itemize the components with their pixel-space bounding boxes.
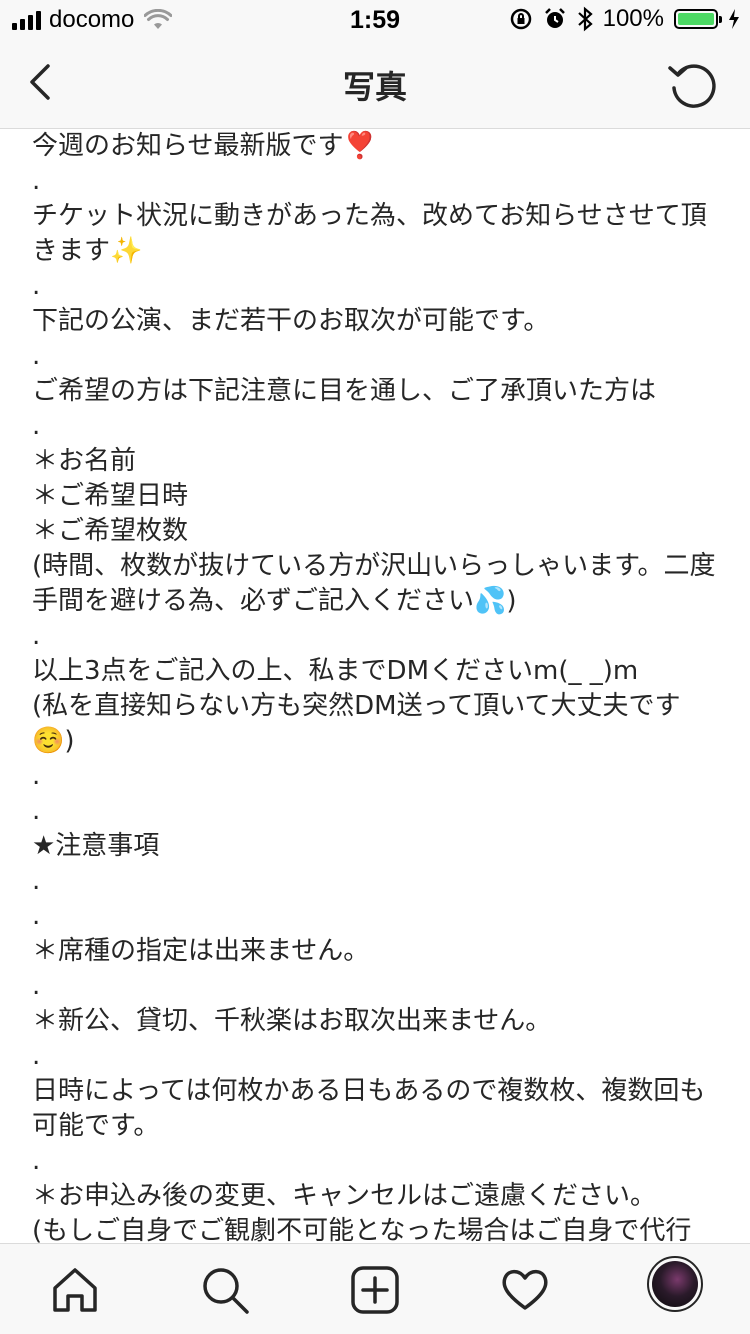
battery-icon [674,9,722,29]
alarm-icon [544,8,565,28]
status-right: 100% [509,5,740,33]
tab-add-post[interactable] [347,1262,403,1318]
tab-search[interactable] [197,1262,253,1318]
tab-bar [0,1243,750,1334]
tab-home[interactable] [47,1262,103,1318]
navigation-bar: 写真 [0,40,750,129]
home-icon [53,1268,97,1312]
add-post-icon [351,1266,399,1314]
refresh-icon [668,64,716,108]
orientation-lock-icon [510,8,531,30]
charging-icon [729,9,739,29]
refresh-button[interactable] [666,58,722,114]
bluetooth-icon [577,6,593,32]
battery-level [678,13,714,25]
page-title: 写真 [342,68,407,106]
battery-percent: 100% [602,5,664,32]
post-content[interactable]: 今週のお知らせ最新版です❣️ . チケット状況に動きがあった為、改めてお知らせさ… [0,129,750,1243]
tab-activity[interactable] [497,1262,553,1318]
search-icon [203,1268,249,1314]
avatar-image [652,1261,698,1307]
status-bar: docomo 1:59 100% [0,0,750,40]
post-caption: 今週のお知らせ最新版です❣️ . チケット状況に動きがあった為、改めてお知らせさ… [32,131,716,1243]
heart-icon [502,1269,548,1310]
profile-avatar[interactable] [647,1256,703,1312]
